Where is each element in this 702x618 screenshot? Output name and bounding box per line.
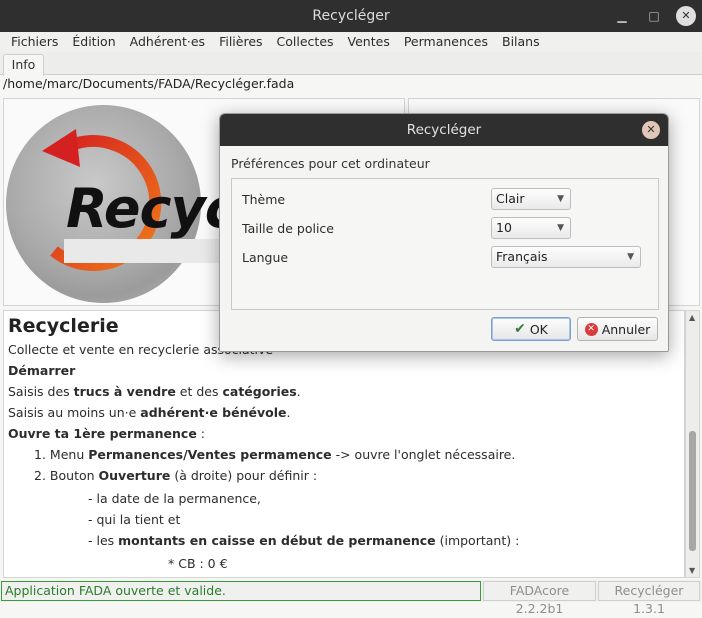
menu-ventes[interactable]: Ventes bbox=[341, 32, 397, 52]
substep-cb: * CB : 0 € bbox=[168, 556, 228, 571]
dialog-title: Recycléger bbox=[406, 122, 482, 138]
theme-select[interactable]: Clair ▼ bbox=[491, 188, 571, 210]
menu-adherents[interactable]: Adhérent·es bbox=[123, 32, 212, 52]
menu-filieres[interactable]: Filières bbox=[212, 32, 269, 52]
cancel-icon: ✕ bbox=[584, 322, 598, 336]
title-bar: Recycléger ▁ □ ✕ bbox=[0, 0, 702, 32]
substep-who: - qui la tient et bbox=[88, 512, 181, 527]
substep-amounts: - les montants en caisse en début de per… bbox=[88, 533, 520, 548]
dialog-close-icon[interactable]: ✕ bbox=[642, 121, 660, 139]
status-core-version: FADAcore 2.2.2b1 bbox=[483, 581, 596, 616]
dialog-subtitle: Préférences pour cet ordinateur bbox=[231, 156, 430, 171]
status-message: Application FADA ouverte et valide. bbox=[1, 581, 481, 601]
font-size-select[interactable]: 10 ▼ bbox=[491, 217, 571, 239]
ok-icon: ✔ bbox=[514, 321, 526, 337]
menu-fichiers[interactable]: Fichiers bbox=[4, 32, 65, 52]
menu-bar: Fichiers Édition Adhérent·es Filières Co… bbox=[0, 32, 702, 52]
preferences-group: Thème Clair ▼ Taille de police 10 ▼ Langue… bbox=[231, 178, 659, 310]
substep-date: - la date de la permanence, bbox=[88, 491, 261, 506]
tab-bar: Info bbox=[0, 52, 702, 76]
menu-collectes[interactable]: Collectes bbox=[270, 32, 341, 52]
scrollbar-thumb[interactable] bbox=[689, 431, 696, 551]
step-1: 1. Menu Permanences/Ventes permamence ->… bbox=[34, 447, 516, 462]
dialog-title-bar: Recycléger ✕ bbox=[220, 114, 668, 146]
tab-info[interactable]: Info bbox=[3, 54, 44, 76]
maximize-icon[interactable]: □ bbox=[644, 6, 664, 26]
step-2: 2. Bouton Ouverture (à droite) pour défi… bbox=[34, 468, 318, 483]
chevron-down-icon: ▼ bbox=[557, 194, 564, 204]
menu-bilans[interactable]: Bilans bbox=[495, 32, 547, 52]
open-heading: Ouvre ta 1ère permanence : bbox=[8, 426, 205, 441]
menu-edition[interactable]: Édition bbox=[65, 32, 122, 52]
status-bar: Application FADA ouverte et valide. FADA… bbox=[0, 580, 702, 616]
file-path: /home/marc/Documents/FADA/Recycléger.fad… bbox=[3, 76, 295, 91]
cancel-button[interactable]: ✕ Annuler bbox=[577, 317, 658, 341]
font-size-label: Taille de police bbox=[242, 221, 334, 236]
preferences-dialog: Recycléger ✕ Préférences pour cet ordina… bbox=[219, 113, 669, 352]
vertical-scrollbar[interactable]: ▲ ▼ bbox=[685, 310, 700, 578]
close-icon[interactable]: ✕ bbox=[676, 6, 696, 26]
instruction-line-1: Saisis des trucs à vendre et des catégor… bbox=[8, 384, 301, 399]
language-select[interactable]: Français ▼ bbox=[491, 246, 641, 268]
menu-permanences[interactable]: Permanences bbox=[397, 32, 495, 52]
instruction-line-2: Saisis au moins un·e adhérent·e bénévole… bbox=[8, 405, 291, 420]
language-label: Langue bbox=[242, 250, 289, 265]
scroll-down-icon[interactable]: ▼ bbox=[689, 566, 695, 575]
window-title: Recycléger bbox=[312, 8, 390, 24]
chevron-down-icon: ▼ bbox=[557, 223, 564, 233]
chevron-down-icon: ▼ bbox=[627, 252, 634, 262]
ok-button[interactable]: ✔ OK bbox=[491, 317, 571, 341]
theme-label: Thème bbox=[242, 192, 286, 207]
start-heading: Démarrer bbox=[8, 363, 76, 378]
status-app-version: Recycléger 1.3.1 bbox=[598, 581, 700, 616]
scroll-up-icon[interactable]: ▲ bbox=[689, 313, 695, 322]
logo-text: Recyc bbox=[66, 177, 237, 240]
minimize-icon[interactable]: ▁ bbox=[612, 6, 632, 26]
